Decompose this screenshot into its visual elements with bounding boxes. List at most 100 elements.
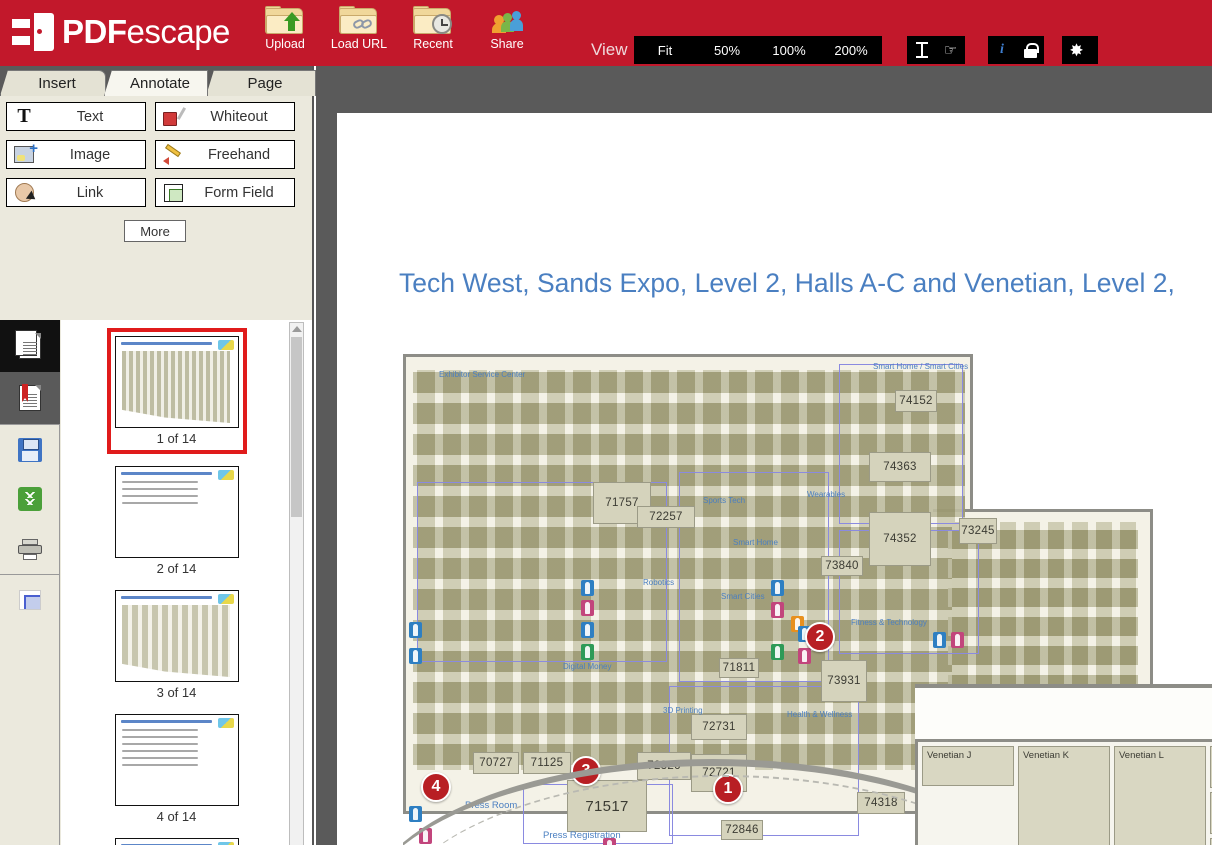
scrollbar-thumb[interactable] xyxy=(291,337,302,517)
restroom-women-icon xyxy=(771,602,784,618)
document-viewer[interactable]: Tech West, Sands Expo, Level 2, Halls A-… xyxy=(316,66,1212,845)
app-header: PDFescape Upload Load URL Recent Share V… xyxy=(0,0,1212,66)
venetian-room: Venetian J xyxy=(922,746,1014,786)
thumbnail-page-2[interactable]: 2 of 14 xyxy=(111,466,243,578)
tab-insert[interactable]: Insert xyxy=(0,70,106,96)
restroom-women-icon xyxy=(581,600,594,616)
view-label: View xyxy=(591,40,628,59)
zoom-50-button[interactable]: 50% xyxy=(696,36,758,64)
zone-label: Exhibitor Service Center xyxy=(439,370,526,379)
thumbnail-page-4[interactable]: 4 of 14 xyxy=(111,714,243,826)
pages-panel-button[interactable] xyxy=(0,320,60,372)
food-icon xyxy=(581,644,594,660)
venetian-rooms-block: Venetian J Venetian K Venetian L Venetia… xyxy=(915,739,1212,845)
zone-label: Digital Money xyxy=(563,662,612,671)
thumbnail-page-1[interactable]: 1 of 14 xyxy=(106,328,247,454)
zone-label: Smart Cities xyxy=(721,592,765,601)
text-t-icon: T xyxy=(17,105,31,127)
selection-tools-group: ☞ xyxy=(907,36,965,64)
document-info-button[interactable]: i xyxy=(988,36,1016,64)
tab-annotate-label: Annotate xyxy=(129,75,191,92)
pencil-icon xyxy=(163,143,183,165)
tab-page[interactable]: Page xyxy=(206,70,316,96)
image-tool-button[interactable]: Image xyxy=(6,140,146,169)
form-field-tool-label: Form Field xyxy=(204,184,274,201)
thumbnail-page-5[interactable] xyxy=(111,838,243,845)
form-window-button[interactable] xyxy=(0,574,60,624)
whiteout-tool-label: Whiteout xyxy=(210,108,268,125)
restroom-women-icon xyxy=(798,648,811,664)
print-button[interactable] xyxy=(0,524,60,574)
zoom-100-button[interactable]: 100% xyxy=(758,36,820,64)
tab-annotate[interactable]: Annotate xyxy=(104,70,208,96)
bookmark-page-icon xyxy=(19,384,41,411)
thumbnail-page-3[interactable]: 3 of 14 xyxy=(111,590,243,702)
scroll-up-icon[interactable] xyxy=(292,326,302,332)
form-field-tool-button[interactable]: Form Field xyxy=(155,178,295,207)
floorplan-map: 71757 72257 74363 74352 74152 73245 7393… xyxy=(403,354,1212,845)
whiteout-tool-button[interactable]: Whiteout xyxy=(155,102,295,131)
save-button[interactable] xyxy=(0,424,60,474)
settings-button[interactable]: ✸ xyxy=(1062,36,1091,64)
map-marker-2[interactable]: 2 xyxy=(805,622,835,652)
link-tool-button[interactable]: Link xyxy=(6,178,146,207)
thumbnail-preview xyxy=(114,838,239,845)
panel-tabs: Insert Annotate Page xyxy=(0,66,316,96)
load-url-button[interactable]: Load URL xyxy=(322,4,396,51)
text-tool-button[interactable]: T Text xyxy=(6,102,146,131)
share-button[interactable]: Share xyxy=(470,4,544,51)
document-security-button[interactable] xyxy=(1016,36,1044,64)
venetian-upper-corridor xyxy=(915,684,1212,740)
load-url-label: Load URL xyxy=(330,37,388,51)
folder-clock-icon xyxy=(413,6,453,36)
document-action-rail xyxy=(0,320,60,845)
zone-label: Sports Tech xyxy=(703,496,746,505)
thumbnail-caption: 3 of 14 xyxy=(156,685,197,700)
zoom-200-button[interactable]: 200% xyxy=(820,36,882,64)
people-share-icon xyxy=(487,6,527,36)
pdf-page-canvas[interactable]: Tech West, Sands Expo, Level 2, Halls A-… xyxy=(337,113,1212,845)
folder-link-icon xyxy=(339,6,379,36)
restroom-men-icon xyxy=(771,580,784,596)
recent-button[interactable]: Recent xyxy=(396,4,470,51)
booth: 72257 xyxy=(637,506,695,528)
bookmarks-panel-button[interactable] xyxy=(0,372,60,424)
booth: 73840 xyxy=(821,556,863,576)
paint-can-icon xyxy=(163,107,187,126)
venetian-room: Venetian K xyxy=(1018,746,1110,845)
freehand-tool-button[interactable]: Freehand xyxy=(155,140,295,169)
zone-label: Wearables xyxy=(807,490,846,499)
gear-icon: ✸ xyxy=(1069,40,1084,60)
more-tools-button[interactable]: More xyxy=(124,220,186,242)
form-field-icon xyxy=(163,183,183,202)
pdfescape-app: PDFescape Upload Load URL Recent Share V… xyxy=(0,0,1212,845)
logo-escape-text: escape xyxy=(126,13,231,50)
pdfescape-logo[interactable]: PDFescape xyxy=(12,8,230,56)
thumbnail-caption: 2 of 14 xyxy=(156,561,197,576)
thumbnail-scrollbar[interactable] xyxy=(289,322,304,845)
upload-button[interactable]: Upload xyxy=(248,4,322,51)
food-icon xyxy=(771,644,784,660)
booth: 74363 xyxy=(869,452,931,482)
booth: 73931 xyxy=(821,660,867,702)
zoom-controls: Fit 50% 100% 200% xyxy=(634,36,882,64)
info-icon: i xyxy=(1000,42,1004,57)
booth: 72731 xyxy=(691,714,747,740)
thumbnail-caption: 4 of 14 xyxy=(156,809,197,824)
zone-label: Smart Home xyxy=(733,538,778,547)
lock-icon xyxy=(1023,42,1039,58)
image-add-icon xyxy=(14,141,38,163)
zoom-fit-button[interactable]: Fit xyxy=(634,36,696,64)
press-registration-label: Press Registration xyxy=(543,830,621,841)
restroom-men-icon xyxy=(933,632,946,648)
zone-label: Robotics xyxy=(643,578,675,587)
zone-label: 3D Printing xyxy=(663,706,703,715)
page-thumbnail-pane[interactable]: 1 of 14 2 of 14 3 of 14 4 of 14 xyxy=(61,320,312,845)
hand-tool-button[interactable]: ☞ xyxy=(936,36,965,64)
zone-label: Fitness & Technology xyxy=(851,618,927,627)
text-select-tool-button[interactable] xyxy=(907,36,936,64)
text-tool-label: Text xyxy=(76,108,104,125)
download-button[interactable] xyxy=(0,474,60,524)
upload-label: Upload xyxy=(265,37,305,51)
restroom-men-icon xyxy=(409,622,422,638)
